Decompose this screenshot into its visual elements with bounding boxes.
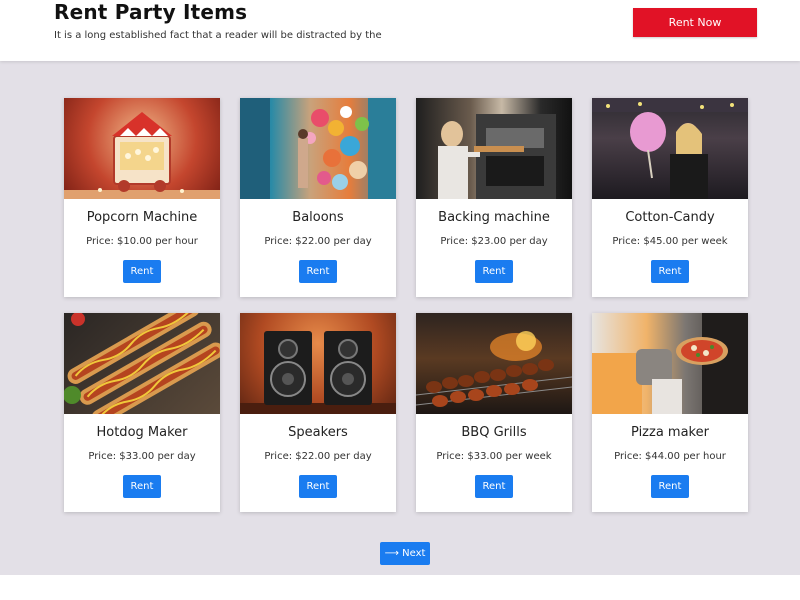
page-subtitle: It is a long established fact that a rea…	[54, 30, 382, 41]
product-card-baloons: Baloons Price: $22.00 per day Rent	[240, 98, 396, 297]
product-grid: Popcorn Machine Price: $10.00 per hour R…	[64, 98, 748, 512]
rent-button[interactable]: Rent	[651, 475, 689, 498]
rent-button[interactable]: Rent	[475, 260, 513, 283]
rent-button[interactable]: Rent	[299, 475, 337, 498]
rent-now-button[interactable]: Rent Now	[633, 8, 757, 37]
cotton-candy-image	[592, 98, 748, 199]
product-name: Popcorn Machine	[86, 210, 198, 225]
product-name: Hotdog Maker	[96, 425, 188, 440]
product-card-speakers: Speakers Price: $22.00 per day Rent	[240, 313, 396, 512]
header: Rent Party Items It is a long establishe…	[0, 0, 800, 61]
product-name: BBQ Grills	[461, 425, 527, 440]
pizza-oven-image	[592, 313, 748, 414]
product-price: Price: $22.00 per day	[264, 236, 372, 247]
product-name: Pizza maker	[631, 425, 709, 440]
popcorn-machine-image	[64, 98, 220, 199]
product-name: Backing machine	[438, 210, 550, 225]
footer	[0, 575, 800, 600]
product-price: Price: $33.00 per week	[436, 451, 552, 462]
product-price: Price: $23.00 per day	[440, 236, 548, 247]
next-page-button[interactable]: ⟶ Next	[380, 542, 430, 565]
product-name: Speakers	[288, 425, 348, 440]
page-title: Rent Party Items	[54, 0, 248, 24]
product-section: Popcorn Machine Price: $10.00 per hour R…	[0, 61, 800, 575]
product-card-cotton-candy: Cotton-Candy Price: $45.00 per week Rent	[592, 98, 748, 297]
bbq-grill-image	[416, 313, 572, 414]
product-price: Price: $44.00 per hour	[614, 451, 726, 462]
product-card-backing-machine: Backing machine Price: $23.00 per day Re…	[416, 98, 572, 297]
product-card-bbq-grills: BBQ Grills Price: $33.00 per week Rent	[416, 313, 572, 512]
product-price: Price: $33.00 per day	[88, 451, 196, 462]
product-card-popcorn-machine: Popcorn Machine Price: $10.00 per hour R…	[64, 98, 220, 297]
product-price: Price: $45.00 per week	[612, 236, 728, 247]
product-price: Price: $22.00 per day	[264, 451, 372, 462]
rent-button[interactable]: Rent	[651, 260, 689, 283]
baking-oven-image	[416, 98, 572, 199]
rent-button[interactable]: Rent	[123, 475, 161, 498]
rent-button[interactable]: Rent	[299, 260, 337, 283]
product-price: Price: $10.00 per hour	[86, 236, 198, 247]
speakers-image	[240, 313, 396, 414]
rent-button[interactable]: Rent	[123, 260, 161, 283]
product-name: Baloons	[292, 210, 344, 225]
balloons-image	[240, 98, 396, 199]
hotdogs-image	[64, 313, 220, 414]
product-card-pizza-maker: Pizza maker Price: $44.00 per hour Rent	[592, 313, 748, 512]
product-name: Cotton-Candy	[625, 210, 715, 225]
page: Rent Party Items It is a long establishe…	[0, 0, 800, 600]
rent-button[interactable]: Rent	[475, 475, 513, 498]
product-card-hotdog-maker: Hotdog Maker Price: $33.00 per day Rent	[64, 313, 220, 512]
